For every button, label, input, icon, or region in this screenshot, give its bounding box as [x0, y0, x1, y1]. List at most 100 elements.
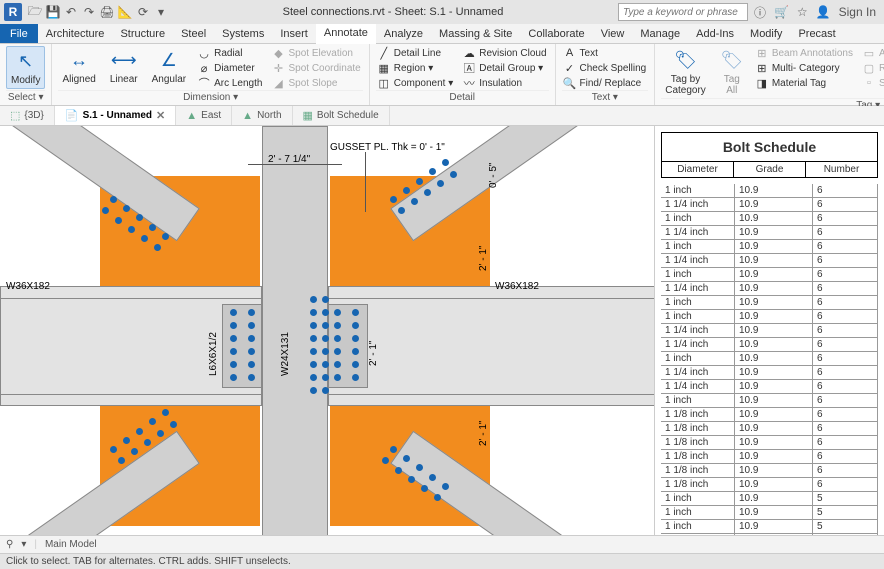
table-row[interactable]: 1 1/4 inch10.96	[661, 324, 878, 338]
signin-link[interactable]: Sign In	[839, 5, 876, 19]
leader-gusset	[365, 152, 366, 212]
main-area: W36X182 W36X182 W24X131 L6X6X1/2 GUSSET …	[0, 126, 884, 535]
model-dropdown[interactable]: Main Model	[45, 539, 97, 550]
check-spelling-button[interactable]: ✓Check Spelling	[562, 61, 649, 75]
view-tab-3d[interactable]: ⬚{3D}	[0, 106, 55, 125]
panel-label-text[interactable]: Text ▾	[562, 90, 649, 103]
table-row[interactable]: 1 inch10.95	[661, 492, 878, 506]
dropdown-icon[interactable]: ▾	[154, 5, 168, 19]
bolt	[322, 309, 329, 316]
table-row[interactable]: 1 inch10.96	[661, 310, 878, 324]
view-tab-east[interactable]: ▲East	[176, 106, 232, 125]
table-row[interactable]: 1 1/8 inch10.96	[661, 422, 878, 436]
schedule-title: Bolt Schedule	[661, 132, 878, 161]
nav-icon[interactable]: ⚲	[6, 539, 13, 550]
material-icon: ◨	[756, 77, 768, 89]
bolt	[230, 374, 237, 381]
close-icon[interactable]: ✕	[156, 109, 165, 122]
redo-icon[interactable]: ↷	[82, 5, 96, 19]
search-input[interactable]	[618, 3, 748, 21]
user-icon[interactable]: 👤	[816, 5, 831, 19]
tag-by-category-button[interactable]: 🏷Tag by Category	[661, 46, 710, 98]
bolt	[352, 348, 359, 355]
detail-line-button[interactable]: ╱Detail Line	[376, 46, 456, 60]
view-tab-sheet[interactable]: 📄S.1 - Unnamed✕	[55, 106, 176, 125]
undo-icon[interactable]: ↶	[64, 5, 78, 19]
table-row[interactable]: 1 inch10.95	[661, 506, 878, 520]
table-row[interactable]: 1 1/4 inch10.96	[661, 198, 878, 212]
tab-view[interactable]: View	[593, 24, 633, 43]
material-tag-button[interactable]: ◨Material Tag	[754, 76, 855, 90]
tab-architecture[interactable]: Architecture	[38, 24, 113, 43]
tab-collaborate[interactable]: Collaborate	[520, 24, 592, 43]
scale-icon[interactable]: ▾	[21, 539, 26, 550]
tab-modify[interactable]: Modify	[742, 24, 790, 43]
tab-massing[interactable]: Massing & Site	[431, 24, 520, 43]
spot-slope-button: ◢Spot Slope	[270, 76, 362, 90]
tab-analyze[interactable]: Analyze	[376, 24, 431, 43]
tab-addins[interactable]: Add-Ins	[688, 24, 742, 43]
bolt	[248, 361, 255, 368]
revision-cloud-button[interactable]: ☁Revision Cloud	[461, 46, 548, 60]
diameter-button[interactable]: ⌀Diameter	[196, 61, 264, 75]
text-button[interactable]: AText	[562, 46, 649, 60]
table-row[interactable]: 1 inch10.95	[661, 534, 878, 535]
info-icon[interactable]: ⓘ	[754, 4, 766, 21]
table-row[interactable]: 1 1/4 inch10.96	[661, 366, 878, 380]
angular-button[interactable]: ∠Angular	[148, 46, 190, 87]
table-row[interactable]: 1 1/8 inch10.96	[661, 478, 878, 492]
cursor-icon: ↖	[14, 49, 38, 73]
drawing-canvas[interactable]: W36X182 W36X182 W24X131 L6X6X1/2 GUSSET …	[0, 126, 654, 535]
region-button[interactable]: ▦Region ▾	[376, 61, 456, 75]
table-row[interactable]: 1 inch10.96	[661, 268, 878, 282]
table-row[interactable]: 1 1/4 inch10.96	[661, 380, 878, 394]
table-row[interactable]: 1 inch10.96	[661, 394, 878, 408]
table-row[interactable]: 1 inch10.96	[661, 352, 878, 366]
table-row[interactable]: 1 1/4 inch10.96	[661, 282, 878, 296]
find-replace-button[interactable]: 🔍Find/ Replace	[562, 76, 649, 90]
table-row[interactable]: 1 1/8 inch10.96	[661, 464, 878, 478]
tab-steel[interactable]: Steel	[173, 24, 214, 43]
table-row[interactable]: 1 inch10.96	[661, 212, 878, 226]
component-button[interactable]: ◫Component ▾	[376, 76, 456, 90]
table-row[interactable]: 1 1/4 inch10.96	[661, 254, 878, 268]
table-row[interactable]: 1 1/8 inch10.96	[661, 408, 878, 422]
table-row[interactable]: 1 inch10.96	[661, 184, 878, 198]
arc-length-button[interactable]: ⌒Arc Length	[196, 76, 264, 90]
measure-icon[interactable]: 📐	[118, 5, 132, 19]
cart-icon[interactable]: 🛒	[774, 5, 789, 19]
radial-button[interactable]: ◡Radial	[196, 46, 264, 60]
save-icon[interactable]: 💾	[46, 5, 60, 19]
panel-label-select[interactable]: Select ▾	[6, 90, 45, 103]
aligned-button[interactable]: ↔Aligned	[58, 46, 99, 87]
table-row[interactable]: 1 inch10.96	[661, 296, 878, 310]
detail-group-button[interactable]: 🄰Detail Group ▾	[461, 61, 548, 75]
open-icon[interactable]: 🗁	[28, 5, 42, 19]
table-row[interactable]: 1 inch10.96	[661, 240, 878, 254]
bolt	[322, 296, 329, 303]
table-row[interactable]: 1 inch10.95	[661, 520, 878, 534]
tag-all-button[interactable]: 🏷Tag All	[716, 46, 748, 98]
modify-button[interactable]: ↖ Modify	[6, 46, 45, 89]
bolt	[322, 348, 329, 355]
insulation-button[interactable]: 〰Insulation	[461, 76, 548, 90]
tab-structure[interactable]: Structure	[112, 24, 173, 43]
panel-label-dimension[interactable]: Dimension ▾	[58, 90, 362, 103]
tab-systems[interactable]: Systems	[214, 24, 272, 43]
table-row[interactable]: 1 1/4 inch10.96	[661, 338, 878, 352]
tab-manage[interactable]: Manage	[632, 24, 688, 43]
tab-insert[interactable]: Insert	[272, 24, 316, 43]
print-icon[interactable]: 🖨	[100, 5, 114, 19]
table-row[interactable]: 1 1/8 inch10.96	[661, 450, 878, 464]
sync-icon[interactable]: ⟳	[136, 5, 150, 19]
file-tab[interactable]: File	[0, 24, 38, 43]
star-icon[interactable]: ☆	[797, 5, 808, 19]
tab-annotate[interactable]: Annotate	[316, 24, 376, 44]
linear-button[interactable]: ⟷Linear	[106, 46, 142, 87]
tab-precast[interactable]: Precast	[790, 24, 843, 43]
view-tab-bolt[interactable]: ▦Bolt Schedule	[293, 106, 390, 125]
table-row[interactable]: 1 1/8 inch10.96	[661, 436, 878, 450]
view-tab-north[interactable]: ▲North	[232, 106, 292, 125]
multi-category-button[interactable]: ⊞Multi- Category	[754, 61, 855, 75]
table-row[interactable]: 1 1/4 inch10.96	[661, 226, 878, 240]
